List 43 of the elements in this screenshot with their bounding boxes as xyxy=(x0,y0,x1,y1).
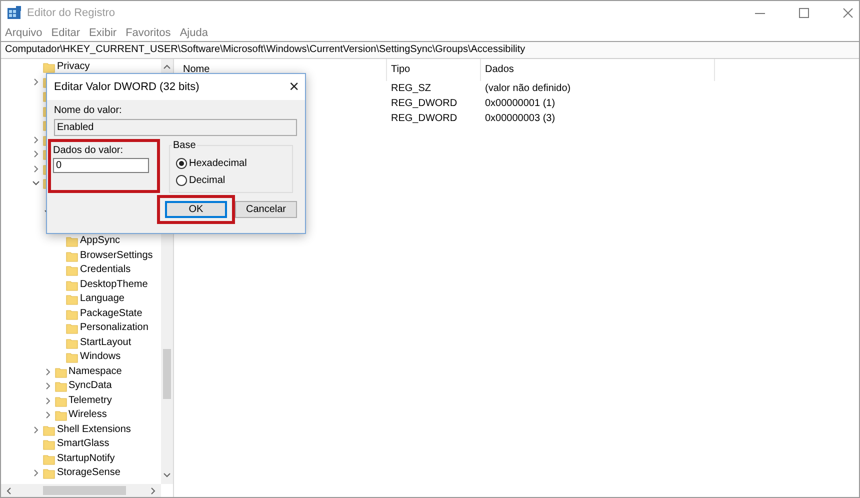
table-cell-text: REG_SZ xyxy=(390,83,432,94)
field-label: Dados do valor: xyxy=(53,145,124,156)
tree-item[interactable]: Credentials xyxy=(80,263,131,277)
value-name-field: Enabled xyxy=(54,119,297,136)
menu-item[interactable]: Arquivo xyxy=(5,26,42,38)
tree-item[interactable]: DesktopTheme xyxy=(80,278,148,292)
tree-item[interactable]: Wireless xyxy=(68,408,107,422)
menu-item[interactable]: Exibir xyxy=(89,26,117,38)
tree-item[interactable]: Windows xyxy=(80,350,121,364)
tree-item[interactable]: AppSync xyxy=(80,234,120,248)
tree-item[interactable]: Shell Extensions xyxy=(57,422,131,436)
radio-label[interactable]: Hexadecimal xyxy=(189,158,247,169)
tree-item[interactable]: SyncData xyxy=(68,379,112,393)
table-cell-text: REG_DWORD xyxy=(390,113,458,124)
dialog-button[interactable]: Cancelar xyxy=(235,201,297,218)
window-title: Editor do Registro xyxy=(27,6,116,18)
table-cell-text: 0x00000001 (1) xyxy=(484,98,556,109)
menu-item[interactable]: Editar xyxy=(51,26,80,38)
value-data-field[interactable]: 0 xyxy=(53,158,149,173)
tree-item[interactable]: Personalization xyxy=(80,321,148,335)
table-cell-text: (valor não definido) xyxy=(484,83,572,94)
column-header[interactable]: Dados xyxy=(481,59,715,81)
column-header[interactable]: Tipo xyxy=(387,59,481,81)
tree-item[interactable]: SmartGlass xyxy=(57,437,110,451)
tree-item[interactable]: StartLayout xyxy=(80,336,132,350)
tree-item[interactable]: BrowserSettings xyxy=(80,248,153,262)
tree-item[interactable]: PackageState xyxy=(80,306,142,320)
tree-item[interactable]: Privacy xyxy=(57,60,90,74)
field-label: Nome do valor: xyxy=(54,105,123,116)
dialog-title: Editar Valor DWORD (32 bits) xyxy=(54,81,200,93)
tree-item[interactable]: StartupNotify xyxy=(57,452,115,466)
menu-item[interactable]: Ajuda xyxy=(180,26,208,38)
table-cell-text: 0x00000003 (3) xyxy=(484,113,556,124)
menu-item[interactable]: Favoritos xyxy=(126,26,171,38)
group-label: Base xyxy=(172,140,197,151)
radio-label[interactable]: Decimal xyxy=(189,175,226,186)
address-bar[interactable]: Computador\HKEY_CURRENT_USER\Software\Microsoft\Windows\CurrentVersion\SettingSync\Groups\Accessibility xyxy=(1,41,859,59)
tree-item[interactable]: StorageSense xyxy=(57,466,120,480)
tree-item[interactable]: Namespace xyxy=(68,364,122,378)
tree-item[interactable]: Telemetry xyxy=(68,394,112,408)
dialog-button[interactable]: OK xyxy=(165,201,227,218)
tree-item[interactable]: Language xyxy=(80,292,124,306)
table-cell-text: REG_DWORD xyxy=(390,98,458,109)
